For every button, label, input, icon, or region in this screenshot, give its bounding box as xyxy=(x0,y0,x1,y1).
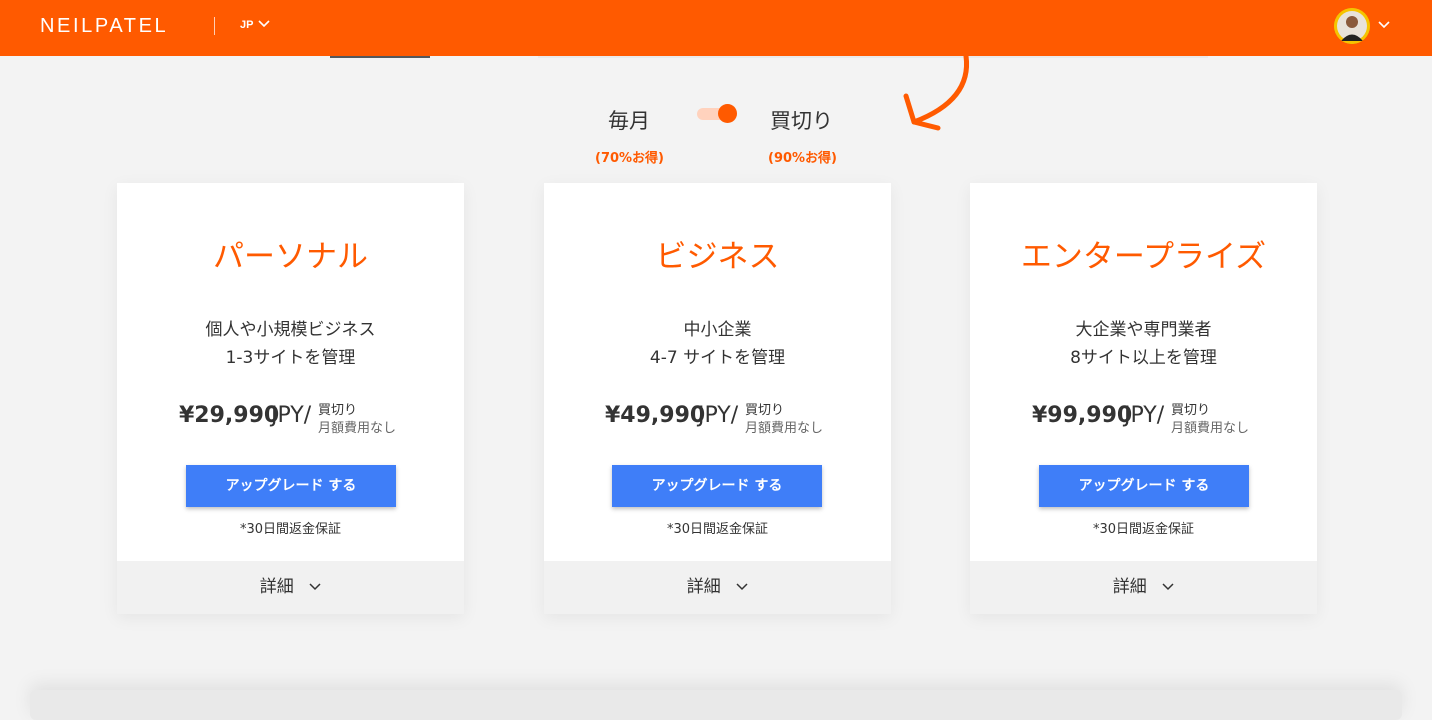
price-note: 月額費用なし xyxy=(1171,421,1250,436)
plan-title: エンタープライズ xyxy=(1020,239,1267,275)
top-navigation-bar: NEILPATEL JP xyxy=(0,0,1432,56)
chevron-down-icon xyxy=(309,583,321,591)
details-toggle[interactable]: 詳細 xyxy=(544,561,891,614)
plan-card-personal: パーソナル 個人や小規模ビジネス 1-3サイトを管理 ¥29,990 JPY/ … xyxy=(117,183,464,614)
price-note: 月額費用なし xyxy=(318,421,397,436)
plan-title: ビジネス xyxy=(655,239,780,275)
price-currency-unit: JPY/ xyxy=(698,403,739,428)
avatar-photo-icon xyxy=(1334,8,1370,44)
language-selector[interactable]: JP xyxy=(240,19,253,31)
chevron-down-icon xyxy=(1162,583,1174,591)
plan-description: 個人や小規模ビジネス 1-3サイトを管理 xyxy=(117,316,464,372)
plan-description: 大企業や専門業者 8サイト以上を管理 xyxy=(970,316,1317,372)
plan-title: パーソナル xyxy=(213,239,368,275)
monthly-label[interactable]: 毎月 xyxy=(608,105,650,135)
upgrade-button[interactable]: アップグレード する xyxy=(186,465,396,507)
upgrade-button[interactable]: アップグレード する xyxy=(1039,465,1249,507)
price-term: 買切り xyxy=(318,403,358,418)
plan-site-count: 4-7 サイトを管理 xyxy=(649,348,786,368)
details-label: 詳細 xyxy=(259,577,294,597)
price-term: 買切り xyxy=(1171,403,1211,418)
details-label: 詳細 xyxy=(686,577,721,597)
neilpatel-logo[interactable]: NEILPATEL xyxy=(40,15,168,38)
plan-card-business: ビジネス 中小企業 4-7 サイトを管理 ¥49,990 JPY/ 買切り 月額… xyxy=(544,183,891,614)
price-row: ¥29,990 JPY/ 買切り 月額費用なし xyxy=(117,397,464,437)
money-back-guarantee: *30日間返金保証 xyxy=(239,522,342,537)
price-note: 月額費用なし xyxy=(745,421,824,436)
plan-description: 中小企業 4-7 サイトを管理 xyxy=(544,316,891,372)
plan-audience: 大企業や専門業者 xyxy=(1075,320,1212,340)
monthly-savings: (70%お得) xyxy=(595,151,664,166)
onetime-label[interactable]: 買切り xyxy=(770,105,833,135)
price-currency-unit: JPY/ xyxy=(271,403,312,428)
toggle-knob[interactable] xyxy=(718,104,737,123)
chevron-down-icon xyxy=(736,583,748,591)
plan-audience: 個人や小規模ビジネス xyxy=(205,320,376,340)
details-toggle[interactable]: 詳細 xyxy=(970,561,1317,614)
plan-card-enterprise: エンタープライズ 大企業や専門業者 8サイト以上を管理 ¥99,990 JPY/… xyxy=(970,183,1317,614)
account-menu-chevron-icon[interactable] xyxy=(1378,21,1390,29)
chevron-down-icon[interactable] xyxy=(258,20,270,28)
upgrade-button[interactable]: アップグレード する xyxy=(612,465,822,507)
money-back-guarantee: *30日間返金保証 xyxy=(1092,522,1195,537)
next-section-edge xyxy=(30,690,1402,720)
price-currency-unit: JPY/ xyxy=(1124,403,1165,428)
money-back-guarantee: *30日間返金保証 xyxy=(666,522,769,537)
plan-price: ¥49,990 xyxy=(605,403,706,428)
price-row: ¥99,990 JPY/ 買切り 月額費用なし xyxy=(970,397,1317,437)
details-label: 詳細 xyxy=(1112,577,1147,597)
plan-price: ¥29,990 xyxy=(179,403,280,428)
plan-site-count: 8サイト以上を管理 xyxy=(1070,348,1217,368)
plan-site-count: 1-3サイトを管理 xyxy=(225,348,356,368)
onetime-savings: (90%お得) xyxy=(768,151,837,166)
price-row: ¥49,990 JPY/ 買切り 月額費用なし xyxy=(544,397,891,437)
price-term: 買切り xyxy=(745,403,785,418)
details-toggle[interactable]: 詳細 xyxy=(117,561,464,614)
user-avatar[interactable] xyxy=(1334,8,1370,44)
plan-price: ¥99,990 xyxy=(1032,403,1133,428)
plan-audience: 中小企業 xyxy=(683,320,752,340)
header-divider xyxy=(214,17,215,35)
billing-toggle-switch[interactable] xyxy=(697,103,741,125)
